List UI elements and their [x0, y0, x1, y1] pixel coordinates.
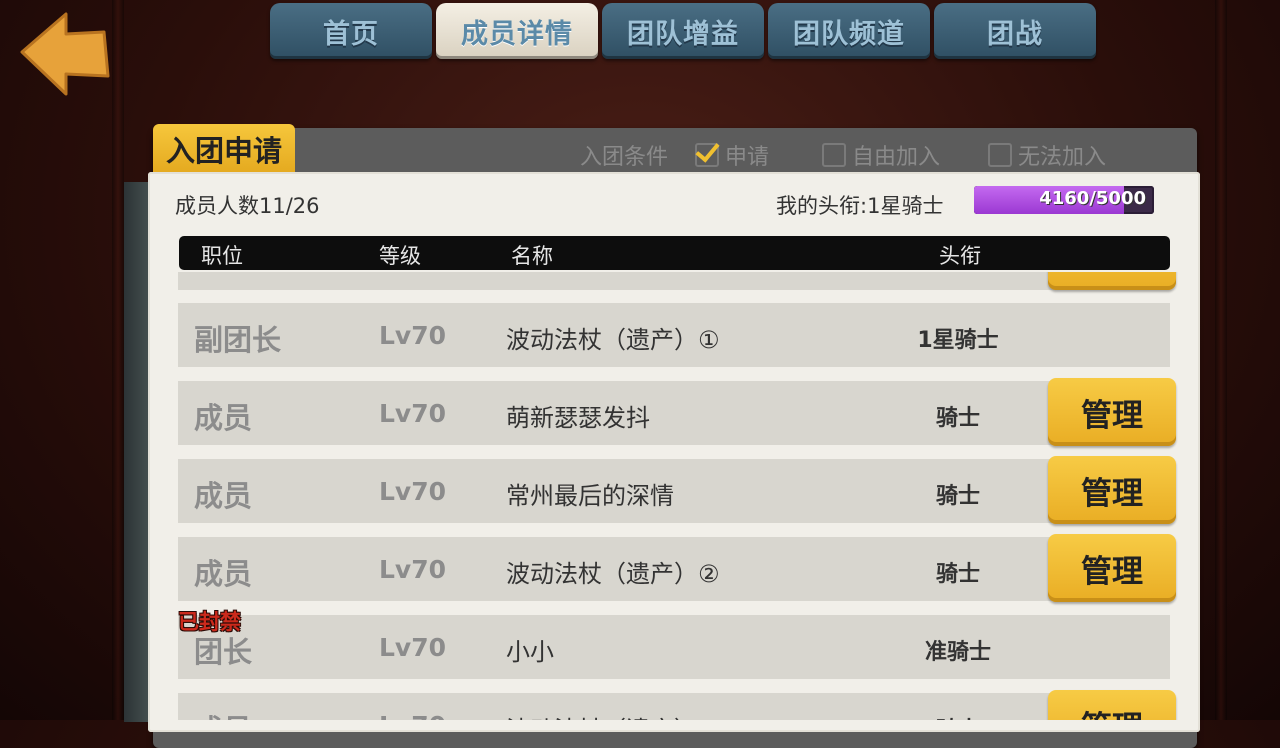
member-position: 副团长 — [194, 323, 282, 357]
header-name: 名称 — [511, 244, 553, 268]
option-free-join[interactable]: 自由加入 — [822, 140, 940, 170]
back-button[interactable] — [18, 10, 110, 96]
checkbox-free-join[interactable] — [822, 143, 846, 167]
tab-member-details[interactable]: 成员详情 — [436, 3, 598, 59]
table-row[interactable]: 成员 Lv70 常州最后的深情 骑士 — [178, 459, 1170, 523]
header-level: 等级 — [379, 244, 421, 268]
member-position: 成员 — [194, 707, 252, 720]
member-position: 成员 — [194, 401, 253, 435]
member-title: 骑士 — [935, 406, 980, 431]
title-progress-bar: 4160/5000 — [974, 186, 1154, 214]
member-name: 常州最后的深情 — [506, 482, 674, 510]
option-apply[interactable]: 申请 — [695, 140, 769, 170]
member-name: 小小 — [506, 638, 554, 666]
my-title-value: 1星骑士 — [867, 194, 944, 218]
member-level: Lv70 — [379, 399, 447, 428]
checkbox-cannot-join[interactable] — [988, 143, 1012, 167]
table-row[interactable]: 成员 Lv70 萌新瑟瑟发抖 骑士 — [178, 381, 1170, 445]
member-title: 准骑士 — [924, 640, 991, 665]
table-row[interactable]: 副团长 Lv70 波动法杖（遗产）① 1星骑士 — [178, 303, 1170, 367]
member-name: 萌新瑟瑟发抖 — [506, 404, 650, 432]
option-cannot-join[interactable]: 无法加入 — [988, 140, 1106, 170]
table-header: 职位 等级 名称 头衔 — [179, 236, 1170, 270]
table-row[interactable]: 团长 Lv70 小小 准骑士 — [178, 615, 1170, 679]
option-free-join-label: 自由加入 — [852, 145, 941, 170]
member-name: 波动法杖（遗产）① — [506, 326, 720, 354]
my-title-label: 我的头衔: — [776, 194, 868, 218]
panel-left-edge — [124, 182, 150, 722]
member-level: Lv70 — [379, 555, 447, 584]
option-apply-label: 申请 — [725, 145, 770, 170]
my-title: 我的头衔:1星骑士 — [776, 190, 943, 220]
manage-button[interactable]: 管理 — [1048, 690, 1176, 720]
member-position: 成员 — [194, 479, 253, 513]
member-title: 骑士 — [935, 484, 980, 509]
tab-team-channel[interactable]: 团队频道 — [768, 3, 930, 59]
header-position: 职位 — [201, 244, 243, 268]
member-title: 骑士 — [935, 562, 980, 587]
member-name: 波动法杖（遗产）③ — [506, 710, 720, 720]
member-level: Lv70 — [379, 633, 447, 662]
member-level: Lv70 — [379, 321, 447, 350]
tab-team-battle[interactable]: 团战 — [934, 3, 1096, 59]
title-progress-text: 4160/5000 — [1039, 188, 1146, 209]
member-level: Lv70 — [379, 477, 447, 506]
banned-badge: 已封禁 — [178, 610, 241, 634]
tab-home[interactable]: 首页 — [270, 3, 432, 59]
member-count: 成员人数11/26 — [175, 194, 320, 218]
option-cannot-join-label: 无法加入 — [1018, 145, 1107, 170]
join-requests-tab[interactable]: 入团申请 — [153, 124, 295, 174]
manage-button-partial[interactable] — [1048, 272, 1176, 290]
checkbox-apply[interactable] — [695, 143, 719, 167]
member-position: 成员 — [194, 557, 253, 591]
top-tab-bar: 首页 成员详情 团队增益 团队频道 团战 — [270, 3, 1096, 59]
table-row-partial — [178, 272, 1170, 290]
header-title: 头衔 — [939, 244, 981, 268]
member-title: 骑士 — [878, 712, 1038, 720]
member-name: 波动法杖（遗产）② — [506, 560, 720, 588]
join-conditions-label: 入团条件 — [580, 145, 669, 170]
table-row[interactable]: 成员 Lv70 波动法杖（遗产）③ 骑士 — [178, 693, 1170, 720]
member-title: 1星骑士 — [917, 328, 999, 353]
tab-team-buffs[interactable]: 团队增益 — [602, 3, 764, 59]
member-list[interactable]: 副团长 Lv70 波动法杖（遗产）① 1星骑士 成员 Lv70 萌新瑟瑟发抖 骑… — [178, 272, 1178, 720]
back-arrow-icon — [20, 12, 110, 96]
member-level: Lv70 — [379, 711, 446, 720]
manage-button[interactable]: 管理 — [1048, 456, 1176, 524]
manage-button[interactable]: 管理 — [1048, 534, 1176, 602]
table-row[interactable]: 成员 Lv70 波动法杖（遗产）② 骑士 — [178, 537, 1170, 601]
manage-button[interactable]: 管理 — [1048, 378, 1176, 446]
